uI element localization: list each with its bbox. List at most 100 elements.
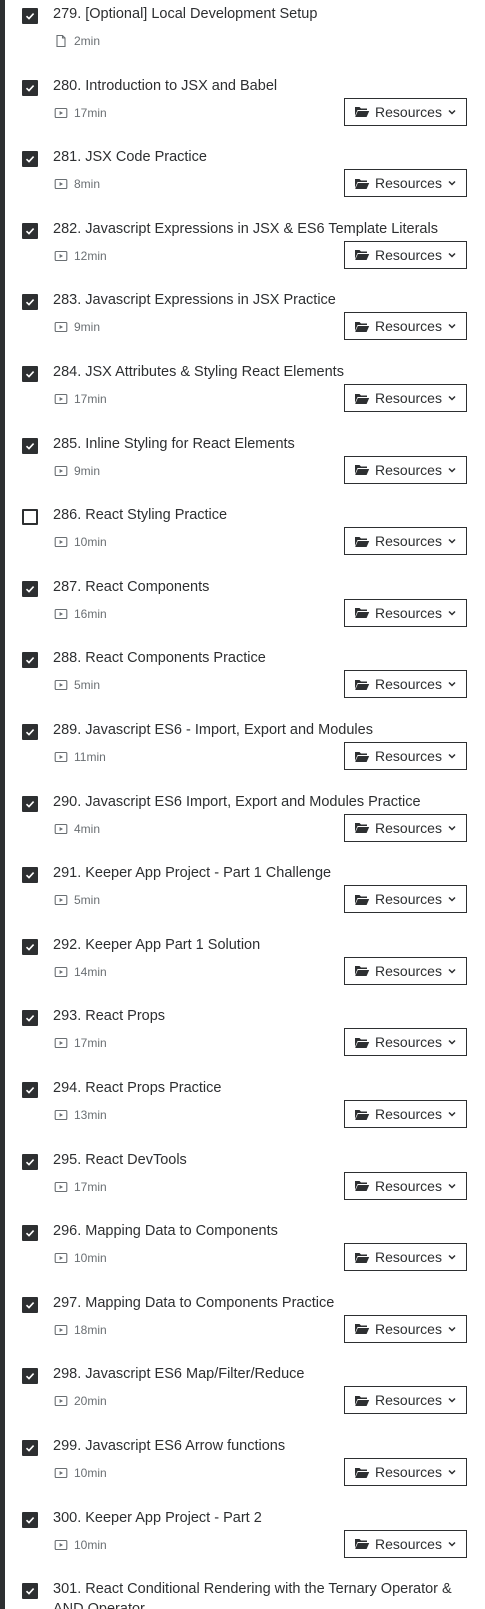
folder-open-icon: [354, 248, 370, 261]
video-icon: [54, 1538, 68, 1552]
lecture-complete-checkbox[interactable]: [22, 1583, 38, 1600]
lecture-item[interactable]: 279. [Optional] Local Development Setup 2…: [0, 0, 485, 72]
lecture-item[interactable]: 281. JSX Code Practice 8min Resources: [0, 143, 485, 215]
resources-dropdown-button[interactable]: Resources: [344, 455, 467, 484]
lecture-complete-checkbox[interactable]: [22, 795, 38, 812]
lecture-duration: 18min: [74, 1322, 107, 1337]
lecture-item[interactable]: 293. React Props 17min Resources: [0, 1002, 485, 1074]
lecture-title[interactable]: 292. Keeper App Part 1 Solution: [53, 935, 453, 955]
lecture-complete-checkbox[interactable]: [22, 938, 38, 955]
lecture-item[interactable]: 292. Keeper App Part 1 Solution 14min Reso…: [0, 931, 485, 1003]
lecture-title[interactable]: 284. JSX Attributes & Styling React Elem…: [53, 362, 453, 382]
lecture-complete-checkbox[interactable]: [22, 509, 38, 526]
resources-dropdown-button[interactable]: Resources: [344, 312, 467, 341]
lecture-item[interactable]: 288. React Components Practice 5min Resour…: [0, 644, 485, 716]
lecture-title[interactable]: 280. Introduction to JSX and Babel: [53, 76, 453, 96]
lecture-item[interactable]: 300. Keeper App Project - Part 2 10min Res…: [0, 1504, 485, 1576]
lecture-title[interactable]: 294. React Props Practice: [53, 1078, 453, 1098]
lecture-title[interactable]: 301. React Conditional Rendering with th…: [53, 1579, 453, 1609]
lecture-complete-checkbox[interactable]: [22, 1010, 38, 1027]
lecture-complete-checkbox[interactable]: [22, 1296, 38, 1313]
lecture-complete-checkbox[interactable]: [22, 366, 38, 382]
lecture-complete-checkbox[interactable]: [22, 294, 38, 311]
lecture-title[interactable]: 282. Javascript Expressions in JSX & ES6…: [53, 219, 453, 239]
lecture-title[interactable]: 296. Mapping Data to Components: [53, 1221, 453, 1241]
resources-dropdown-button[interactable]: Resources: [344, 598, 467, 627]
resources-dropdown-button[interactable]: Resources: [344, 670, 467, 699]
resources-label: Resources: [375, 604, 442, 621]
resources-dropdown-button[interactable]: Resources: [344, 1386, 467, 1415]
resources-dropdown-button[interactable]: Resources: [344, 1458, 467, 1486]
lecture-complete-checkbox[interactable]: [22, 437, 38, 454]
lecture-title[interactable]: 300. Keeper App Project - Part 2: [53, 1508, 453, 1528]
checkmark-icon: [25, 1373, 35, 1381]
lecture-item[interactable]: 289. Javascript ES6 - Import, Export and…: [0, 716, 485, 788]
lecture-title[interactable]: 287. React Components: [53, 577, 453, 597]
lecture-complete-checkbox[interactable]: [22, 1153, 38, 1170]
lecture-item[interactable]: 286. React Styling Practice 10min Resource…: [0, 501, 485, 573]
lecture-title[interactable]: 290. Javascript ES6 Import, Export and M…: [53, 792, 453, 812]
lecture-title[interactable]: 283. Javascript Expressions in JSX Pract…: [53, 290, 453, 310]
lecture-title[interactable]: 298. Javascript ES6 Map/Filter/Reduce: [53, 1364, 453, 1384]
lecture-title[interactable]: 291. Keeper App Project - Part 1 Challen…: [53, 863, 453, 883]
lecture-item[interactable]: 299. Javascript ES6 Arrow functions 10min…: [0, 1432, 485, 1504]
lecture-item[interactable]: 294. React Props Practice 13min Resources: [0, 1074, 485, 1146]
lecture-complete-checkbox[interactable]: [22, 222, 38, 239]
lecture-title[interactable]: 286. React Styling Practice: [53, 505, 453, 525]
lecture-item[interactable]: 298. Javascript ES6 Map/Filter/Reduce 20m…: [0, 1360, 485, 1432]
lecture-item[interactable]: 297. Mapping Data to Components Practice…: [0, 1289, 485, 1361]
lecture-item[interactable]: 284. JSX Attributes & Styling React Elem…: [0, 358, 485, 430]
resources-label: Resources: [375, 390, 442, 406]
resources-dropdown-button[interactable]: Resources: [344, 813, 467, 842]
resources-dropdown-button[interactable]: Resources: [344, 1171, 467, 1200]
lecture-complete-checkbox[interactable]: [22, 1440, 38, 1456]
lecture-title[interactable]: 293. React Props: [53, 1006, 453, 1026]
resources-dropdown-button[interactable]: Resources: [344, 956, 467, 985]
lecture-item[interactable]: 290. Javascript ES6 Import, Export and M…: [0, 788, 485, 860]
lecture-duration: 17min: [74, 1036, 107, 1051]
resources-dropdown-button[interactable]: Resources: [344, 1243, 467, 1272]
lecture-complete-checkbox[interactable]: [22, 1511, 38, 1528]
lecture-title[interactable]: 299. Javascript ES6 Arrow functions: [53, 1436, 453, 1456]
lecture-title[interactable]: 289. Javascript ES6 - Import, Export and…: [53, 720, 453, 740]
lecture-item[interactable]: 280. Introduction to JSX and Babel 17min R…: [0, 72, 485, 144]
resources-dropdown-button[interactable]: Resources: [344, 240, 467, 269]
resources-dropdown-button[interactable]: Resources: [344, 1100, 467, 1128]
resources-dropdown-button[interactable]: Resources: [344, 1028, 467, 1057]
lecture-complete-checkbox[interactable]: [22, 867, 38, 884]
lecture-title[interactable]: 281. JSX Code Practice: [53, 147, 453, 167]
lecture-item[interactable]: 287. React Components 16min Resources: [0, 573, 485, 645]
lecture-complete-checkbox[interactable]: [22, 151, 38, 168]
lecture-complete-checkbox[interactable]: [22, 652, 38, 669]
lecture-item[interactable]: 301. React Conditional Rendering with th…: [0, 1575, 485, 1609]
lecture-item[interactable]: 283. Javascript Expressions in JSX Pract…: [0, 286, 485, 358]
lecture-title[interactable]: 297. Mapping Data to Components Practice: [53, 1293, 453, 1313]
lecture-complete-checkbox[interactable]: [22, 1225, 38, 1242]
lecture-title[interactable]: 285. Inline Styling for React Elements: [53, 434, 453, 454]
lecture-complete-checkbox[interactable]: [22, 724, 38, 740]
lecture-complete-checkbox[interactable]: [22, 8, 38, 24]
resources-dropdown-button[interactable]: Resources: [344, 169, 467, 198]
resources-label: Resources: [375, 246, 442, 263]
lecture-title[interactable]: 295. React DevTools: [53, 1150, 453, 1170]
lecture-item[interactable]: 285. Inline Styling for React Elements 9m…: [0, 430, 485, 502]
lecture-item[interactable]: 291. Keeper App Project - Part 1 Challen…: [0, 859, 485, 931]
resources-dropdown-button[interactable]: Resources: [344, 97, 467, 126]
lecture-title[interactable]: 279. [Optional] Local Development Setup: [53, 4, 453, 24]
lecture-complete-checkbox[interactable]: [22, 1368, 38, 1385]
resources-dropdown-button[interactable]: Resources: [344, 1314, 467, 1343]
lecture-item[interactable]: 282. Javascript Expressions in JSX & ES6…: [0, 215, 485, 287]
resources-dropdown-button[interactable]: Resources: [344, 1529, 467, 1558]
lecture-complete-checkbox[interactable]: [22, 1082, 38, 1098]
lecture-complete-checkbox[interactable]: [22, 79, 38, 96]
resources-dropdown-button[interactable]: Resources: [344, 384, 467, 412]
lecture-item[interactable]: 296. Mapping Data to Components 10min Reso…: [0, 1217, 485, 1289]
lecture-complete-checkbox[interactable]: [22, 580, 38, 597]
lecture-item[interactable]: 295. React DevTools 17min Resources: [0, 1146, 485, 1218]
chevron-down-icon: [447, 107, 457, 117]
resources-dropdown-button[interactable]: Resources: [344, 527, 467, 556]
resources-dropdown-button[interactable]: Resources: [344, 885, 467, 914]
chevron-down-icon: [447, 321, 457, 331]
resources-dropdown-button[interactable]: Resources: [344, 742, 467, 770]
lecture-title[interactable]: 288. React Components Practice: [53, 648, 453, 668]
